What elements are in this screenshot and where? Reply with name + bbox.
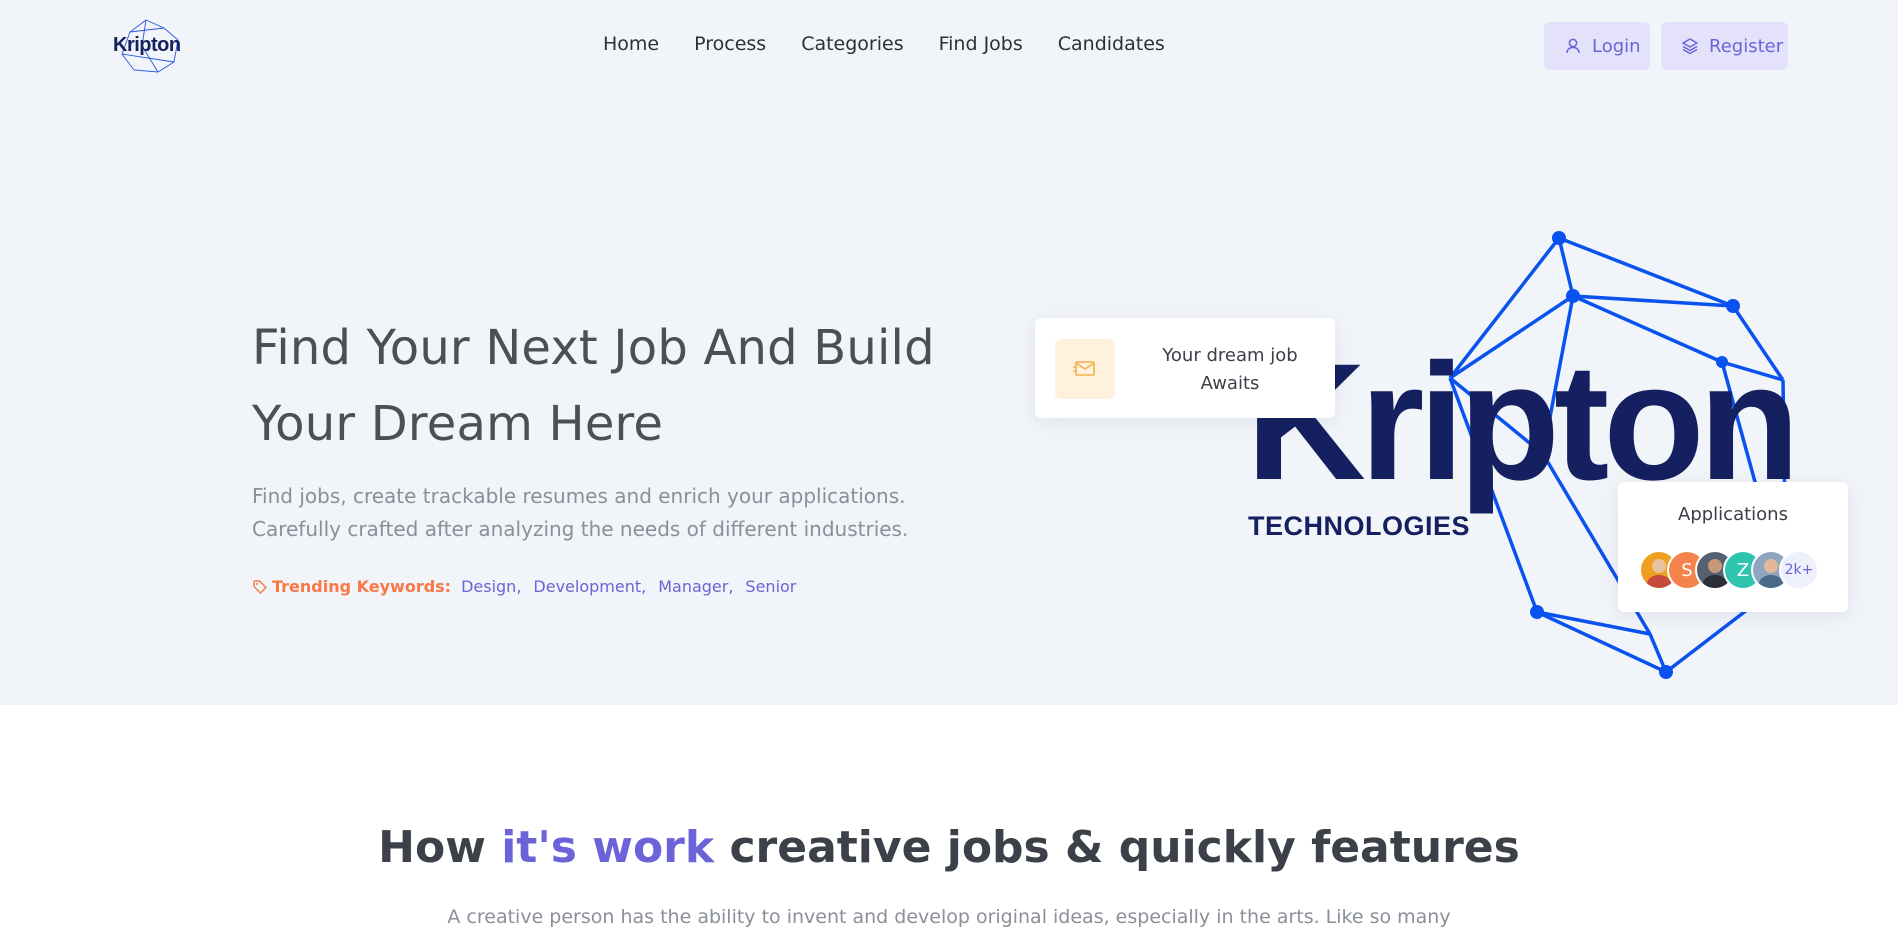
section-title: How it's work creative jobs & quickly fe… <box>0 822 1898 873</box>
nav-home[interactable]: Home <box>603 33 659 55</box>
nav-process[interactable]: Process <box>694 33 766 55</box>
section-title-pre: How <box>378 822 502 873</box>
nav-find-jobs[interactable]: Find Jobs <box>939 33 1023 55</box>
hero-desc-line1: Find jobs, create trackable resumes and … <box>252 484 906 508</box>
trending-keywords: Trending Keywords: Design, Development, … <box>252 577 796 596</box>
hero-title-line2: Your Dream Here <box>252 396 664 452</box>
login-button[interactable]: Login <box>1544 22 1650 70</box>
more-applicants-badge[interactable]: 2k+ <box>1779 550 1819 590</box>
keyword-senior[interactable]: Senior <box>745 577 796 596</box>
section-title-accent: it's work <box>501 822 715 873</box>
hero-section: Kripton Home Process Categories Find Job… <box>0 0 1898 705</box>
hero-title-line1: Find Your Next Job And Build <box>252 320 935 376</box>
user-icon <box>1566 38 1580 54</box>
site-logo[interactable]: Kripton <box>108 18 188 74</box>
trending-label: Trending Keywords: <box>272 577 452 596</box>
logo-text: Kripton <box>113 34 181 56</box>
tag-icon <box>253 579 267 594</box>
brand-subtitle: TECHNOLOGIES <box>1248 511 1471 541</box>
mail-icon-box <box>1055 339 1115 399</box>
keyword-development[interactable]: Development, <box>533 577 646 596</box>
dream-job-line2: Awaits <box>1200 373 1260 394</box>
register-label: Register <box>1709 35 1784 57</box>
hero-description: Find jobs, create trackable resumes and … <box>252 480 952 546</box>
keyword-manager[interactable]: Manager, <box>658 577 733 596</box>
avatar-group: S Z 2k+ <box>1639 550 1819 590</box>
register-button[interactable]: Register <box>1661 22 1788 70</box>
applications-title: Applications <box>1678 504 1788 525</box>
hero-title: Find Your Next Job And Build Your Dream … <box>252 310 1012 462</box>
login-label: Login <box>1592 35 1641 57</box>
mail-icon <box>1073 361 1095 376</box>
section-title-post: creative jobs & quickly features <box>714 822 1520 873</box>
keyword-design[interactable]: Design, <box>461 577 521 596</box>
dream-job-line1: Your dream job <box>1162 345 1298 366</box>
dream-job-text: Your dream job Awaits <box>1145 342 1315 398</box>
hero-desc-line2: Carefully crafted after analyzing the ne… <box>252 517 909 541</box>
section-description: A creative person has the ability to inv… <box>447 906 1451 928</box>
nav-candidates[interactable]: Candidates <box>1058 33 1165 55</box>
main-nav: Home Process Categories Find Jobs Candid… <box>603 33 1165 55</box>
nav-categories[interactable]: Categories <box>801 33 903 55</box>
applications-card: Applications S Z 2k+ <box>1618 482 1848 612</box>
dream-job-card: Your dream job Awaits <box>1035 318 1335 418</box>
layers-icon <box>1682 38 1698 55</box>
